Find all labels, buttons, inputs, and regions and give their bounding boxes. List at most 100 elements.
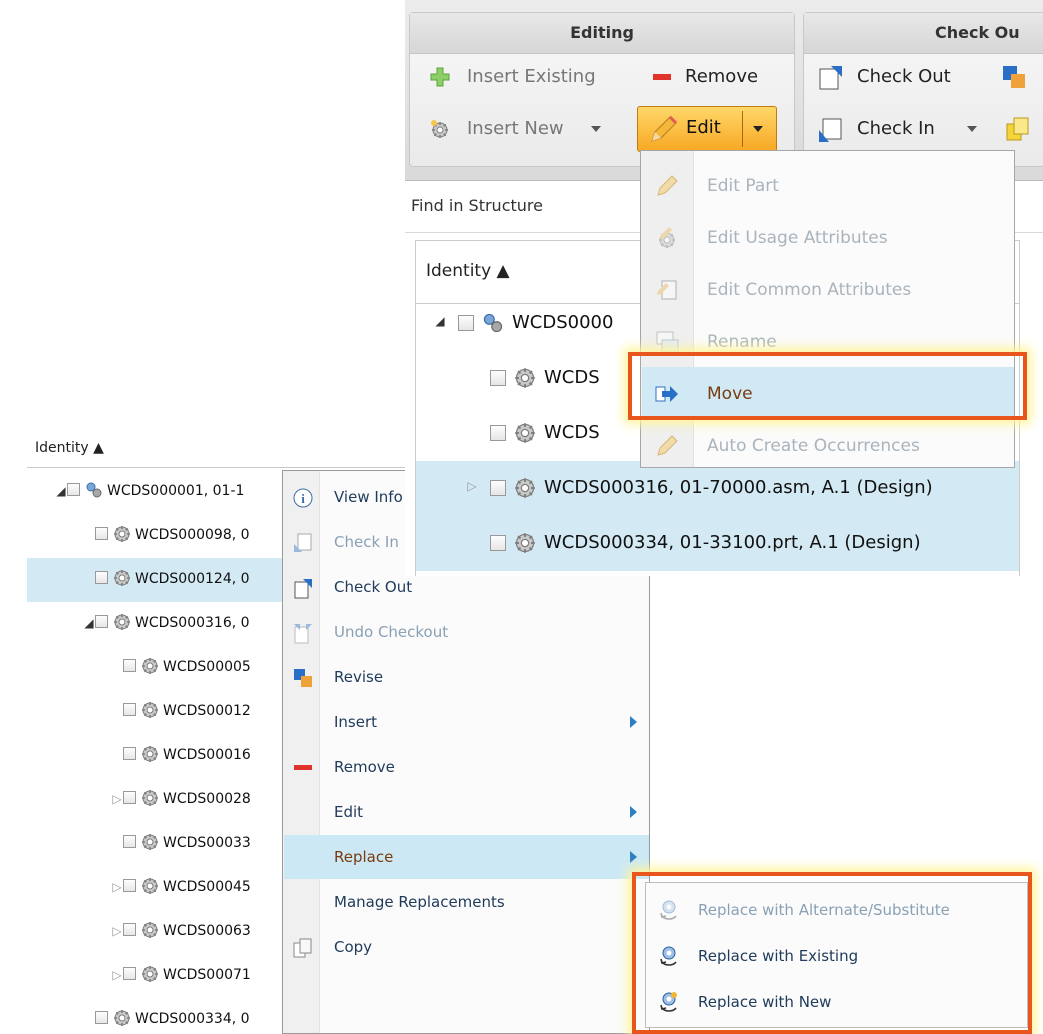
tree-row[interactable]: WCDS000334, 01-33100.prt, A.1 (Design) <box>416 516 1019 571</box>
replace-submenu: Replace with Alternate/Substitute Replace… <box>645 882 1028 1028</box>
row-checkbox[interactable] <box>123 879 136 892</box>
expand-triangle-icon[interactable]: ▷ <box>111 880 123 894</box>
row-checkbox[interactable] <box>458 315 474 331</box>
part-gear-icon <box>514 422 536 444</box>
menu-item-replace[interactable]: Replace <box>284 835 649 879</box>
dropdown-item-edit-common-attributes[interactable]: Edit Common Attributes <box>642 263 1014 315</box>
row-checkbox[interactable] <box>490 480 506 496</box>
info-icon: i <box>292 487 314 509</box>
check-in-icon <box>819 118 842 142</box>
submenu-item-replace-alternate[interactable]: Replace with Alternate/Substitute <box>646 889 1026 933</box>
row-checkbox[interactable] <box>123 923 136 936</box>
svg-text:i: i <box>301 491 305 506</box>
submenu-item-replace-existing[interactable]: Replace with Existing <box>646 935 1026 979</box>
row-label: WCDS00071 <box>163 967 251 983</box>
submenu-item-label: Replace with Alternate/Substitute <box>698 901 950 919</box>
row-label: WCDS00033 <box>163 835 251 851</box>
collapse-triangle-icon[interactable]: ◢ <box>55 484 67 498</box>
copy-icon <box>292 937 314 959</box>
dropdown-item-move[interactable]: Move <box>642 367 1014 419</box>
part-gear-icon <box>141 657 159 675</box>
row-label: WCDS00028 <box>163 791 251 807</box>
expand-triangle-icon[interactable]: ▷ <box>111 924 123 938</box>
dropdown-item-auto-create-occurrences[interactable]: Auto Create Occurrences <box>642 419 1014 471</box>
document-pencil-icon <box>654 277 680 303</box>
dropdown-item-label: Rename <box>707 332 777 352</box>
tree-row[interactable]: ▷WCDS000465, 01-50000.asm, A.1 (Design) <box>416 571 1019 576</box>
part-gear-icon <box>141 789 159 807</box>
gear-pencil-icon <box>654 225 680 251</box>
expand-triangle-icon[interactable]: ▷ <box>111 792 123 806</box>
move-arrow-icon <box>654 381 680 407</box>
menu-item-label: Check In <box>334 533 399 551</box>
part-gear-icon <box>113 613 131 631</box>
rename-icon <box>654 329 680 355</box>
check-out-icon <box>292 577 314 599</box>
menu-item-insert[interactable]: Insert <box>284 700 649 744</box>
dropdown-item-edit-part[interactable]: Edit Part <box>642 159 1014 211</box>
insert-existing-label: Insert Existing <box>467 66 596 87</box>
row-checkbox[interactable] <box>67 483 80 496</box>
dropdown-item-rename[interactable]: Rename <box>642 315 1014 367</box>
menu-item-label: Insert <box>334 713 378 731</box>
row-label: WCDS000316, 01-70000.asm, A.1 (Design) <box>544 477 933 498</box>
check-out-icon <box>819 66 842 90</box>
dropdown-item-label: Edit Part <box>707 176 779 196</box>
row-checkbox[interactable] <box>123 659 136 672</box>
row-checkbox[interactable] <box>95 571 108 584</box>
row-checkbox[interactable] <box>123 835 136 848</box>
row-checkbox[interactable] <box>123 967 136 980</box>
row-checkbox[interactable] <box>490 425 506 441</box>
dropdown-item-edit-usage-attributes[interactable]: Edit Usage Attributes <box>642 211 1014 263</box>
row-checkbox[interactable] <box>123 791 136 804</box>
row-label: WCDS0000 <box>512 312 614 333</box>
row-checkbox[interactable] <box>123 703 136 716</box>
row-label: WCDS00063 <box>163 923 251 939</box>
find-in-structure-label: Find in Structure <box>411 196 543 215</box>
pencil-icon <box>654 433 680 459</box>
check-in-label: Check In <box>857 118 935 139</box>
part-gear-icon <box>141 833 159 851</box>
menu-item-label: Undo Checkout <box>334 623 449 641</box>
row-checkbox[interactable] <box>95 615 108 628</box>
edit-label: Edit <box>686 117 721 138</box>
submenu-arrow-icon <box>630 806 637 818</box>
menu-item-label: Replace <box>334 848 394 866</box>
submenu-item-replace-new[interactable]: Replace with New <box>646 981 1026 1025</box>
menu-item-label: Revise <box>334 668 384 686</box>
replace-existing-icon <box>658 945 680 967</box>
remove-label: Remove <box>685 66 759 87</box>
row-checkbox[interactable] <box>490 370 506 386</box>
expand-triangle-icon[interactable]: ▷ <box>466 479 478 493</box>
part-gear-icon <box>514 532 536 554</box>
row-checkbox[interactable] <box>95 1011 108 1024</box>
menu-item-revise[interactable]: Revise <box>284 655 649 699</box>
part-gear-icon <box>113 525 131 543</box>
assembly-icon <box>482 312 504 334</box>
row-label: WCDS000124, 0 <box>135 571 250 587</box>
menu-item-manage-replacements[interactable]: Manage Replacements <box>284 880 649 924</box>
part-gear-icon <box>141 921 159 939</box>
expand-triangle-icon[interactable]: ▷ <box>111 968 123 982</box>
part-gear-icon <box>113 569 131 587</box>
submenu-arrow-icon <box>630 716 637 728</box>
part-gear-icon <box>141 877 159 895</box>
undo-checkout-icon <box>292 622 314 644</box>
insert-new-label: Insert New <box>467 118 564 139</box>
menu-item-remove[interactable]: Remove <box>284 745 649 789</box>
chevron-down-icon[interactable] <box>753 126 763 132</box>
menu-item-undo-checkout[interactable]: Undo Checkout <box>284 610 649 654</box>
row-label: WCDS000334, 01-33100.prt, A.1 (Design) <box>544 532 921 553</box>
edit-split-button[interactable]: Edit <box>637 106 777 152</box>
row-checkbox[interactable] <box>490 535 506 551</box>
collapse-triangle-icon[interactable]: ◢ <box>434 314 446 328</box>
row-label: WCDS <box>544 367 600 388</box>
collapse-triangle-icon[interactable]: ◢ <box>83 616 95 630</box>
row-checkbox[interactable] <box>123 747 136 760</box>
menu-item-label: Edit <box>334 803 364 821</box>
menu-item-edit[interactable]: Edit <box>284 790 649 834</box>
menu-item-copy[interactable]: Copy <box>284 925 649 969</box>
row-checkbox[interactable] <box>95 527 108 540</box>
tree-header-identity[interactable]: Identity ▲ <box>27 428 437 468</box>
tree-header-label: Identity ▲ <box>35 440 104 456</box>
